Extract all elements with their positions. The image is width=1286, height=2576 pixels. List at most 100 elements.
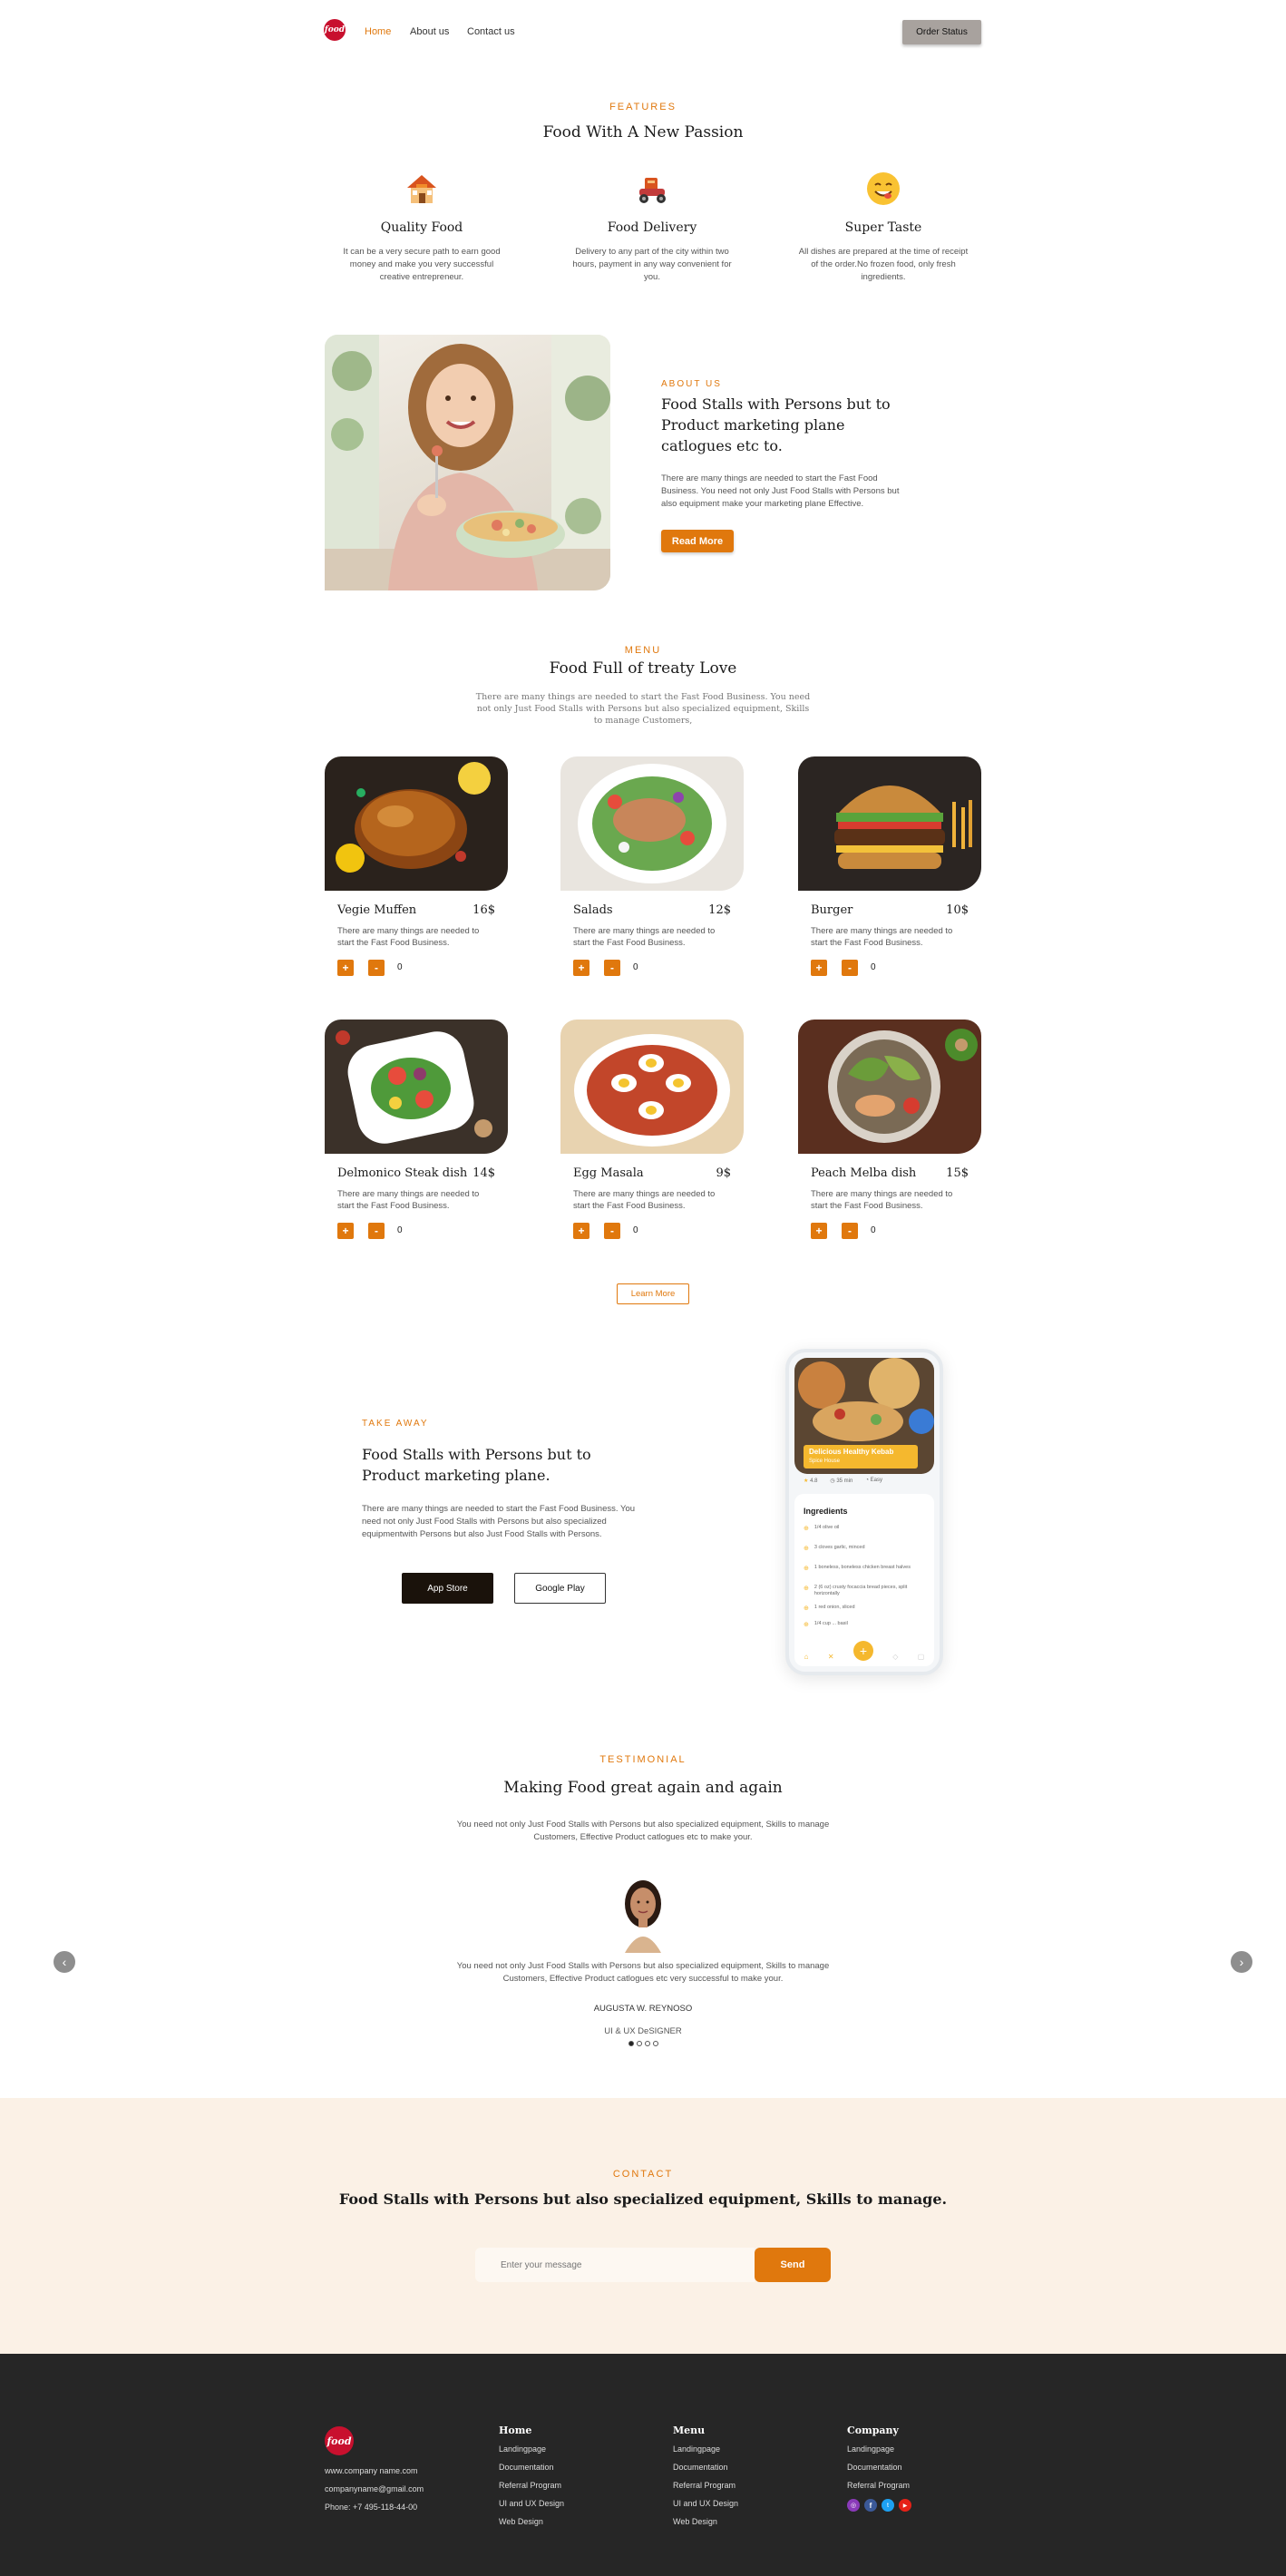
- minus-button[interactable]: -: [604, 1223, 620, 1239]
- takeaway-desc: There are many things are needed to star…: [362, 1504, 636, 1539]
- features-eyebrow: FEATURES: [609, 102, 677, 112]
- footer-link[interactable]: Landingpage: [499, 2444, 564, 2454]
- bookmark-icon[interactable]: ◇: [892, 1653, 898, 1661]
- footer-link[interactable]: Landingpage: [673, 2444, 738, 2454]
- ingredient-row: ⊕ 3 cloves garlic, minced: [804, 1545, 865, 1552]
- nav-contact[interactable]: Contact us: [467, 26, 515, 37]
- plus-icon: ⊕: [804, 1566, 809, 1572]
- menu-title: Food Full of treaty Love: [549, 659, 737, 678]
- plus-icon: ⊕: [804, 1526, 809, 1532]
- testimonial-role: UI & UX DeSIGNER: [604, 2026, 682, 2036]
- item-price: 14$: [473, 1166, 495, 1180]
- item-price: 16$: [473, 903, 495, 917]
- footer-col-title: Home: [499, 2425, 532, 2436]
- logo[interactable]: food: [324, 19, 346, 41]
- testimonial-dots: [0, 2041, 1286, 2046]
- footer-logo[interactable]: food: [325, 2426, 354, 2455]
- order-status-button[interactable]: Order Status: [902, 20, 981, 44]
- about-desc: There are many things are needed to star…: [661, 473, 900, 509]
- feature-desc: All dishes are prepared at the time of r…: [798, 247, 969, 282]
- profile-icon[interactable]: ▢: [918, 1653, 925, 1661]
- menu-card: Delmonico Steak dish 14$ There are many …: [325, 1020, 508, 1239]
- contact-title: Food Stalls with Persons but also specia…: [338, 2191, 948, 2208]
- nav-home[interactable]: Home: [365, 26, 391, 37]
- footer-link[interactable]: Documentation: [847, 2463, 911, 2472]
- about-eyebrow: ABOUT US: [661, 379, 722, 389]
- contact-eyebrow: CONTACT: [612, 2169, 674, 2180]
- add-icon[interactable]: +: [852, 1641, 873, 1661]
- footer-link[interactable]: Web Design: [499, 2517, 564, 2526]
- footer-email[interactable]: companyname@gmail.com: [325, 2484, 424, 2493]
- minus-button[interactable]: -: [842, 960, 858, 976]
- ingredient-row: ⊕ 1/4 cup ... basil: [804, 1621, 848, 1628]
- carousel-dot[interactable]: [628, 2041, 634, 2046]
- phone-banner-sub: Spice House: [809, 1459, 841, 1464]
- menu-card: Burger 10$ There are many things are nee…: [798, 756, 981, 976]
- app-store-button[interactable]: App Store: [402, 1573, 493, 1604]
- feature-quality-food: Quality Food It can be a very secure pat…: [336, 171, 508, 284]
- item-desc: There are many things are needed to star…: [573, 926, 716, 948]
- carousel-dot[interactable]: [636, 2041, 642, 2046]
- google-play-button[interactable]: Google Play: [514, 1573, 606, 1604]
- learn-more-button[interactable]: Learn More: [617, 1283, 689, 1304]
- plus-button[interactable]: +: [573, 1223, 589, 1239]
- menu-desc: There are many things are needed to star…: [475, 692, 811, 726]
- minus-button[interactable]: -: [604, 960, 620, 976]
- feature-title: Food Delivery: [607, 220, 697, 235]
- ingredients-list: ⊕ 1/4 olive oil ⊕ 3 cloves garlic, minced …: [804, 1525, 925, 1634]
- minus-button[interactable]: -: [368, 960, 385, 976]
- footer-link[interactable]: Referral Program: [847, 2481, 911, 2490]
- facebook-icon[interactable]: f: [864, 2499, 877, 2512]
- footer-link[interactable]: Documentation: [673, 2463, 738, 2472]
- phone-stats: ★ 4.8 ◷ 35 min ◔ Easy: [804, 1478, 930, 1484]
- testimonial-desc: You need not only Just Food Stalls with …: [456, 1820, 830, 1842]
- footer-col-company: Company Landingpage Documentation Referr…: [847, 2425, 911, 2512]
- ingredient-row: ⊕ 2 (6 oz) crusty focaccia bread pieces, …: [804, 1585, 908, 1596]
- explore-icon[interactable]: ✕: [828, 1653, 834, 1661]
- restaurant-house-icon: [407, 175, 436, 203]
- plus-button[interactable]: +: [337, 960, 354, 976]
- item-price: 10$: [946, 903, 969, 917]
- quantity-value: 0: [871, 962, 876, 972]
- carousel-dot[interactable]: [644, 2041, 650, 2046]
- carousel-dot[interactable]: [652, 2041, 658, 2046]
- send-button[interactable]: Send: [755, 2248, 831, 2282]
- twitter-icon[interactable]: t: [882, 2499, 894, 2512]
- footer-link[interactable]: Web Design: [673, 2517, 738, 2526]
- footer-link[interactable]: UI and UX Design: [499, 2499, 564, 2508]
- item-name: Peach Melba dish: [811, 1166, 917, 1180]
- testimonial-title: Making Food great again and again: [503, 1779, 783, 1797]
- instagram-icon[interactable]: ◎: [847, 2499, 860, 2512]
- plus-button[interactable]: +: [811, 960, 827, 976]
- footer-link[interactable]: UI and UX Design: [673, 2499, 738, 2508]
- plus-button[interactable]: +: [337, 1223, 354, 1239]
- quantity-value: 0: [397, 962, 403, 972]
- ingredient-row: ⊕ 1/4 olive oil: [804, 1525, 840, 1532]
- plus-button[interactable]: +: [811, 1223, 827, 1239]
- feature-desc: It can be a very secure path to earn goo…: [343, 247, 501, 282]
- feature-desc: Delivery to any part of the city within …: [572, 247, 732, 282]
- minus-button[interactable]: -: [368, 1223, 385, 1239]
- plus-button[interactable]: +: [573, 960, 589, 976]
- footer-col-menu: Menu Landingpage Documentation Referral …: [673, 2425, 738, 2526]
- nav-about[interactable]: About us: [410, 26, 449, 37]
- footer-link[interactable]: Landingpage: [847, 2444, 911, 2454]
- about-photo: [325, 335, 610, 590]
- carousel-prev-button[interactable]: ‹: [54, 1951, 75, 1973]
- footer-link[interactable]: Documentation: [499, 2463, 564, 2472]
- phone-mockup: Delicious Healthy Kebab Spice House ★ 4.…: [785, 1349, 943, 1675]
- youtube-icon[interactable]: ▶: [899, 2499, 911, 2512]
- menu-card: Salads 12$ There are many things are nee…: [560, 756, 744, 976]
- carousel-next-button[interactable]: ›: [1231, 1951, 1252, 1973]
- yummy-face-icon: [867, 172, 900, 205]
- item-name: Vegie Muffen: [337, 903, 417, 917]
- footer-link[interactable]: Referral Program: [499, 2481, 564, 2490]
- minus-button[interactable]: -: [842, 1223, 858, 1239]
- home-icon[interactable]: ⌂: [804, 1653, 809, 1661]
- message-input[interactable]: [475, 2248, 755, 2282]
- read-more-button[interactable]: Read More: [661, 530, 734, 552]
- footer: food www.company name.com companyname@gm…: [0, 2354, 1286, 2576]
- footer-website[interactable]: www.company name.com: [325, 2466, 418, 2475]
- footer-col-home: Home Landingpage Documentation Referral …: [499, 2425, 564, 2526]
- footer-link[interactable]: Referral Program: [673, 2481, 738, 2490]
